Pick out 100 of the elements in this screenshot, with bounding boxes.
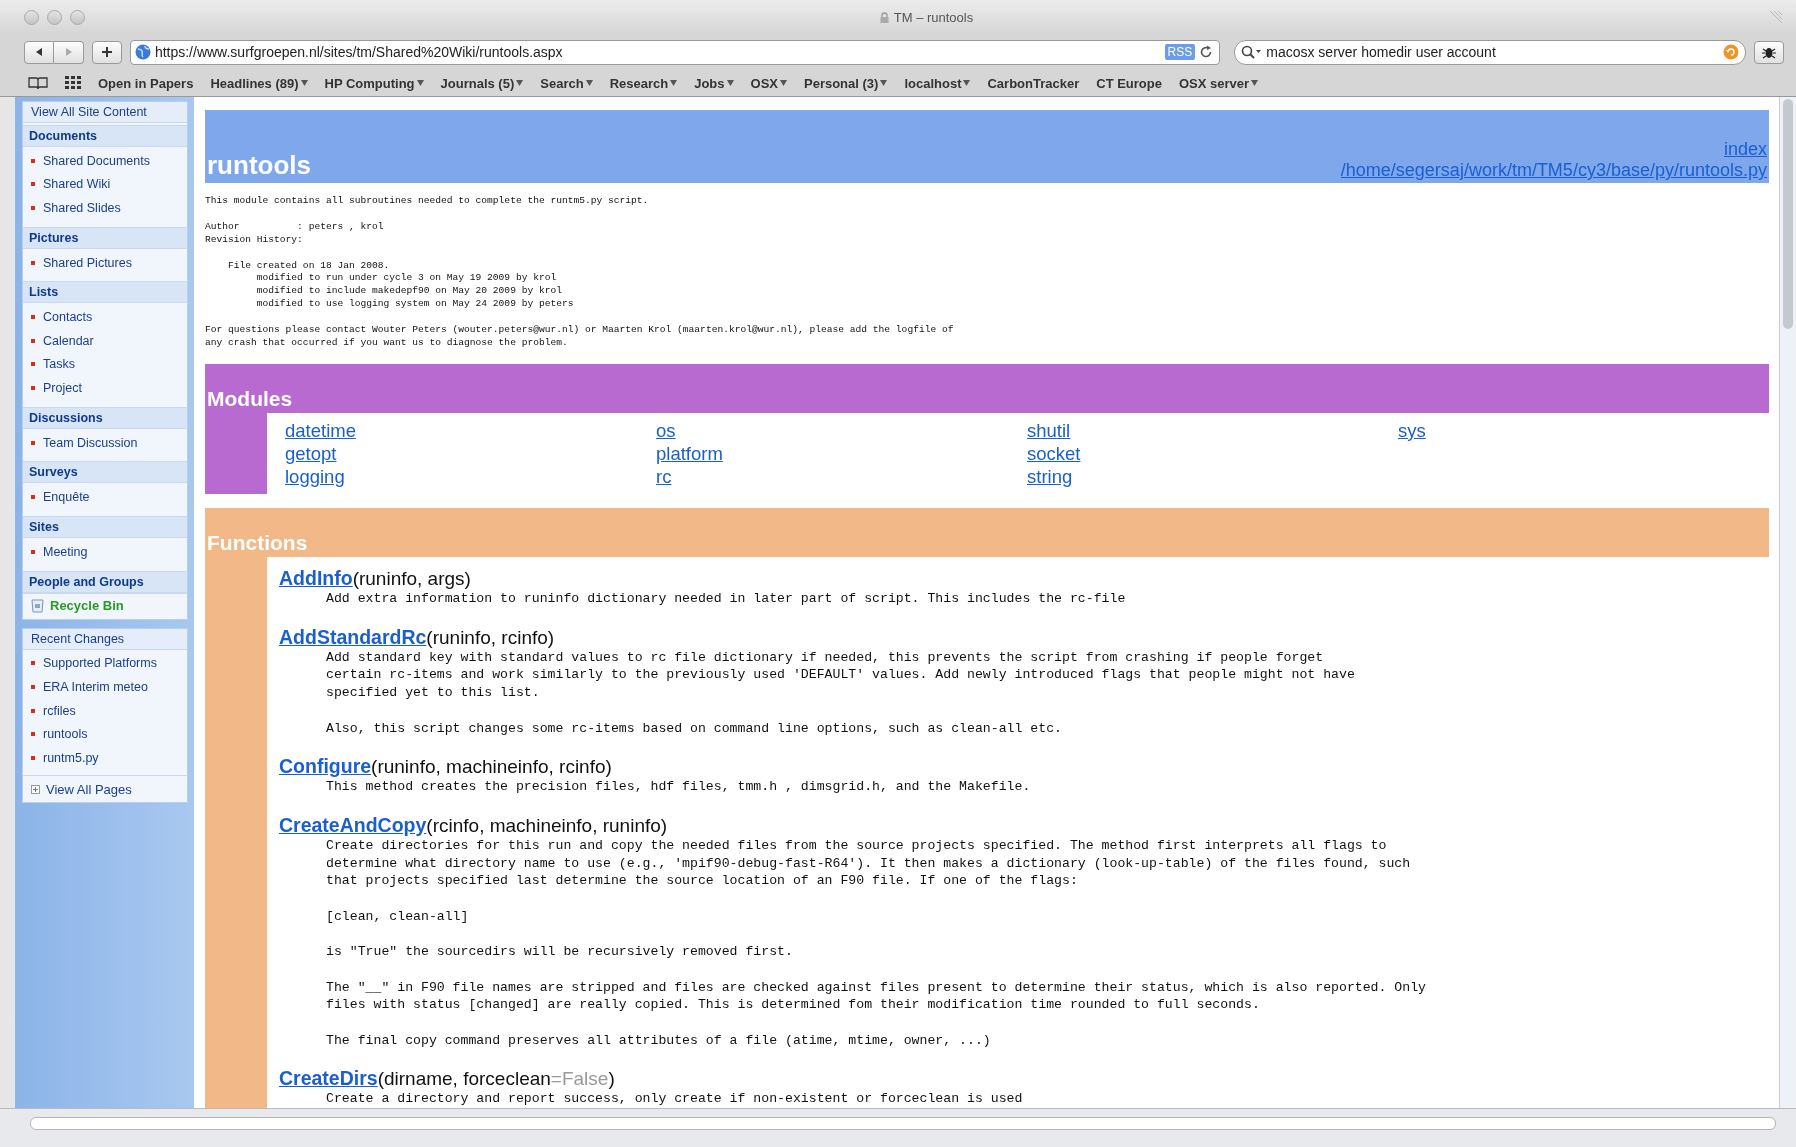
bullet-icon xyxy=(31,495,35,500)
recent-changes-heading[interactable]: Recent Changes xyxy=(23,628,187,650)
section-header: Functions xyxy=(205,507,1769,558)
section-header: Modules xyxy=(205,363,1769,413)
function-link[interactable]: AddInfo xyxy=(279,567,353,591)
function-description: Create directories for this run and copy the needed files from the source projects specified. The method first interprets all flags to determine what directory name to use (e.g., 'mpif90-debug-fast-R64'). It then makes a dictionary (look-up-table) of the files found, such that projects specified last determine the source location of an F90 file. If one of the flags: xyxy=(326,836,1412,891)
sidebar-heading[interactable]: Documents xyxy=(23,125,187,147)
reload-icon[interactable] xyxy=(1199,45,1214,59)
sidebar-item[interactable]: Calendar xyxy=(43,333,94,348)
close-button[interactable] xyxy=(24,9,39,25)
sidebar-item[interactable]: Shared Slides xyxy=(43,201,121,215)
function-description: [clean, clean-all] xyxy=(326,907,470,926)
sidebar-item[interactable]: Tasks xyxy=(43,357,75,372)
function-signature: (runinfo, machineinfo, rcinfo) xyxy=(371,756,612,779)
recent-page-link[interactable]: ERA Interim meteo xyxy=(43,679,148,694)
lock-icon xyxy=(879,11,889,23)
module-link[interactable]: datetime xyxy=(285,418,356,442)
module-link[interactable]: platform xyxy=(656,441,723,465)
bookmark-item[interactable]: Jobs xyxy=(694,75,734,91)
function-description: Add standard key with standard values to rc file dictionary if needed, this prevents the script from crashing if people forget certain rc-items and work similarly to the previously used 'DEFAULT' values. Add newly introduced flags that people might not have specified yet to this list. xyxy=(326,648,1356,702)
module-link[interactable]: getopt xyxy=(285,441,337,465)
book-icon[interactable] xyxy=(28,76,48,90)
sidebar-heading[interactable]: Discussions xyxy=(23,406,187,429)
bookmark-item[interactable]: HP Computing xyxy=(324,75,424,91)
bookmark-item[interactable]: OSX xyxy=(750,75,787,91)
sidebar-item[interactable]: Shared Pictures xyxy=(43,255,132,270)
minimize-button[interactable] xyxy=(47,9,62,25)
zoom-button[interactable] xyxy=(70,9,85,25)
sidebar-heading[interactable]: People and Groups xyxy=(23,570,187,593)
expand-icon xyxy=(31,784,40,794)
module-link[interactable]: logging xyxy=(285,464,345,488)
caret-icon xyxy=(585,80,593,86)
module-link[interactable]: os xyxy=(656,418,676,442)
add-bookmark-button[interactable] xyxy=(92,40,122,64)
function-description: The final copy command preserves all attributes of a file (atime, mtime, owner, ...) xyxy=(326,1031,992,1050)
snapback-icon[interactable] xyxy=(1723,44,1740,60)
bullet-icon xyxy=(31,260,35,265)
sidebar-item[interactable]: Project xyxy=(43,380,82,395)
function-description: is "True" the sourcedirs will be recursively removed first. xyxy=(326,943,794,961)
sidebar-item[interactable]: Meeting xyxy=(43,544,88,559)
bookmark-item[interactable]: Open in Papers xyxy=(98,75,194,91)
scrollbar-thumb[interactable] xyxy=(30,1117,1776,1130)
bullet-icon xyxy=(31,338,35,343)
bookmark-item[interactable]: localhost xyxy=(904,75,971,91)
function-link[interactable]: Configure xyxy=(279,755,372,779)
function-link[interactable]: CreateDirs xyxy=(279,1067,378,1091)
sidebar-heading[interactable]: Pictures xyxy=(23,226,187,249)
function-description: The "__" in F90 file names are stripped and files are checked against files present to determine their status, which is also reported. Only files with status [changed] are really copied. This is determined fom their modification time rounded to full seconds. xyxy=(326,978,1428,1014)
module-link[interactable]: sys xyxy=(1398,418,1426,442)
bookmark-item[interactable]: Search xyxy=(540,75,593,91)
resize-grip-icon xyxy=(1768,10,1782,24)
bullet-icon xyxy=(31,440,35,445)
recent-page-link[interactable]: rcfiles xyxy=(43,703,76,718)
address-field[interactable]: https://www.surfgroepen.nl/sites/tm/Shared%20Wiki/runtools.aspx RSS xyxy=(129,39,1221,65)
page-title: runtools xyxy=(207,150,311,182)
recent-page-link[interactable]: runtm5.py xyxy=(43,750,99,765)
vertical-scrollbar[interactable] xyxy=(1779,97,1796,1108)
sidebar-heading[interactable]: Surveys xyxy=(23,461,187,484)
module-link[interactable]: rc xyxy=(656,464,672,488)
bookmark-item[interactable]: Research xyxy=(609,75,678,91)
sidebar-heading[interactable]: Lists xyxy=(23,281,187,304)
function-signature: (runinfo, rcinfo) xyxy=(426,626,555,649)
bullet-icon xyxy=(31,708,35,713)
url-text: https://www.surfgroepen.nl/sites/tm/Shared%20Wiki/runtools.aspx xyxy=(154,44,564,60)
bookmark-item[interactable]: Personal (3) xyxy=(804,75,888,91)
recent-page-link[interactable]: Supported Platforms xyxy=(43,656,157,671)
module-link[interactable]: string xyxy=(1027,464,1073,488)
bullet-icon xyxy=(31,158,35,163)
view-all-pages-link[interactable]: View All Pages xyxy=(46,781,132,797)
sidebar-item[interactable]: Shared Wiki xyxy=(43,177,111,192)
sidebar-item[interactable]: Team Discussion xyxy=(43,435,138,450)
bookmark-item[interactable]: Headlines (89) xyxy=(210,75,308,91)
search-field[interactable]: macosx server homedir user account xyxy=(1234,39,1747,65)
function-description: Also, this script changes some rc-items based on command line options, such as clean-all etc. xyxy=(326,719,1063,738)
view-all-site-content-link[interactable]: View All Site Content xyxy=(23,102,187,123)
grid-icon[interactable] xyxy=(65,76,81,90)
search-query: macosx server homedir user account xyxy=(1266,44,1497,60)
recent-page-link[interactable]: runtools xyxy=(43,727,88,742)
scrollbar-thumb[interactable] xyxy=(1783,99,1793,329)
module-link[interactable]: shutil xyxy=(1027,418,1071,442)
caret-icon xyxy=(300,80,308,86)
window-title: TM – runtools xyxy=(893,9,974,25)
bullet-icon xyxy=(31,661,35,666)
sidebar-item[interactable]: Enquête xyxy=(43,490,90,505)
sidebar-item[interactable]: Shared Documents xyxy=(43,153,150,168)
bug-button[interactable] xyxy=(1754,40,1784,64)
sidebar-heading[interactable]: Sites xyxy=(23,515,187,538)
module-link[interactable]: socket xyxy=(1027,441,1081,465)
sidebar-item[interactable]: Contacts xyxy=(43,310,93,325)
caret-icon xyxy=(726,80,734,86)
bookmark-item[interactable]: OSX server xyxy=(1179,75,1259,91)
plus-icon xyxy=(100,46,113,58)
function-link[interactable]: AddStandardRc xyxy=(279,625,427,649)
bookmark-item[interactable]: Journals (5) xyxy=(440,75,524,91)
back-button[interactable] xyxy=(24,40,54,64)
caret-icon xyxy=(670,80,678,86)
bookmark-item[interactable]: CT Europe xyxy=(1096,75,1162,91)
horizontal-scrollbar[interactable] xyxy=(0,1108,1796,1147)
function-link[interactable]: CreateAndCopy xyxy=(279,813,427,837)
bookmark-item[interactable]: CarbonTracker xyxy=(987,75,1080,91)
